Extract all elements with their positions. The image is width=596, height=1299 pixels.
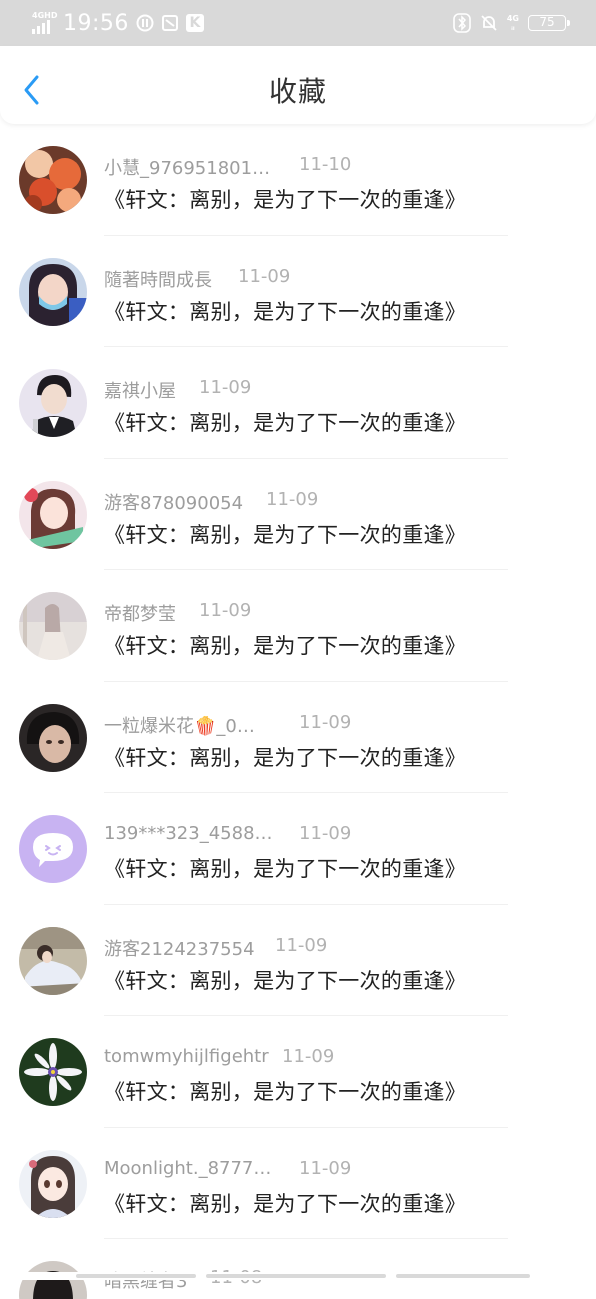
date: 11-09 [275, 934, 328, 956]
avatar [19, 703, 87, 772]
date: 11-09 [282, 1046, 335, 1067]
mute-icon [480, 14, 498, 32]
list-item[interactable]: 游客878090054 11-09 《轩文：离别，是为了下一次的重逢》 [0, 459, 596, 570]
article-title: 《轩文：离别，是为了下一次的重逢》 [104, 1080, 467, 1104]
network-type-label: 4GHD [32, 11, 58, 20]
article-title: 《轩文：离别，是为了下一次的重逢》 [104, 745, 467, 770]
avatar [19, 480, 87, 549]
notification-icon [161, 14, 179, 32]
battery-icon: 75 [528, 15, 570, 31]
signal-icon: 4GHD [32, 11, 58, 34]
date: 11-09 [199, 377, 252, 398]
date: 11-09 [299, 823, 352, 844]
article-title: 《轩文：离别，是为了下一次的重逢》 [104, 1191, 467, 1216]
username: 帝都梦莹 [104, 604, 176, 625]
date: 11-09 [238, 265, 291, 287]
bluetooth-icon [453, 13, 471, 33]
username: 暗黑缠者3 [104, 1271, 188, 1292]
article-title: 《轩文：离别，是为了下一次的重逢》 [104, 634, 467, 658]
avatar [19, 257, 87, 326]
page-title: 收藏 [268, 75, 327, 108]
username: 小慧_976951801… [104, 158, 271, 179]
avatar [19, 1149, 87, 1218]
list-item[interactable]: Moonlight._8777… 11-09 《轩文：离别，是为了下一次的重逢》 [0, 1128, 596, 1239]
list-item[interactable]: 隨著時間成長 11-09 《轩文：离别，是为了下一次的重逢》 [0, 236, 596, 347]
date: 11-09 [266, 488, 319, 510]
date: 11-09 [299, 711, 352, 733]
article-title: 《轩文：离别，是为了下一次的重逢》 [104, 188, 467, 212]
username: 隨著時間成長 [104, 269, 212, 291]
list-item[interactable]: 帝都梦莹 11-09 《轩文：离别，是为了下一次的重逢》 [0, 570, 596, 682]
list-item[interactable]: 小慧_976951801… 11-10 《轩文：离别，是为了下一次的重逢》 [0, 124, 596, 236]
article-title: 《轩文：离别，是为了下一次的重逢》 [104, 857, 467, 881]
vpn-icon [136, 14, 154, 32]
article-title: 《轩文：离别，是为了下一次的重逢》 [104, 299, 467, 324]
username: 游客2124237554 [104, 938, 255, 960]
list-item[interactable]: 嘉祺小屋 11-09 《轩文：离别，是为了下一次的重逢》 [0, 347, 596, 459]
username: Moonlight._8777… [104, 1157, 272, 1179]
avatar [19, 926, 87, 995]
date: 11-09 [299, 1157, 352, 1179]
list-item[interactable]: 139***323_4588… 11-09 《轩文：离别，是为了下一次的重逢》 [0, 793, 596, 905]
username: 嘉祺小屋 [104, 381, 176, 402]
nav-header: 收藏 [0, 46, 596, 124]
avatar [19, 369, 87, 437]
avatar [19, 146, 87, 214]
network-4g-label: 4G ᵢₗ [506, 14, 519, 32]
clock: 19:56 [63, 10, 129, 36]
username: tomwmyhijlfigehtr [104, 1046, 269, 1067]
avatar [19, 592, 87, 660]
article-title: 《轩文：离别，是为了下一次的重逢》 [104, 522, 467, 547]
username: 139***323_4588… [104, 823, 273, 844]
username: 游客878090054 [104, 492, 244, 514]
avatar [19, 1261, 87, 1299]
list-item[interactable]: 一粒爆米花🍿_0… 11-09 《轩文：离别，是为了下一次的重逢》 [0, 682, 596, 793]
list-item[interactable]: 暗黑缠者3 11-08 [0, 1239, 596, 1299]
list-item[interactable]: tomwmyhijlfigehtr 11-09 《轩文：离别，是为了下一次的重逢… [0, 1016, 596, 1128]
username: 一粒爆米花🍿_0… [104, 715, 255, 737]
default-avatar-icon [19, 815, 87, 883]
avatar [19, 1038, 87, 1106]
avatar [19, 815, 87, 883]
date: 11-09 [199, 600, 252, 621]
bottom-scroll-indicator [0, 1272, 596, 1280]
list-item[interactable]: 游客2124237554 11-09 《轩文：离别，是为了下一次的重逢》 [0, 905, 596, 1016]
article-title: 《轩文：离别，是为了下一次的重逢》 [104, 968, 467, 993]
date: 11-10 [299, 154, 352, 175]
status-bar: 4GHD 19:56 K 4G ᵢₗ 75 [0, 0, 596, 46]
favorites-list: 小慧_976951801… 11-10 《轩文：离别，是为了下一次的重逢》 隨著… [0, 124, 596, 1299]
article-title: 《轩文：离别，是为了下一次的重逢》 [104, 411, 467, 435]
app-k-icon: K [185, 14, 204, 32]
